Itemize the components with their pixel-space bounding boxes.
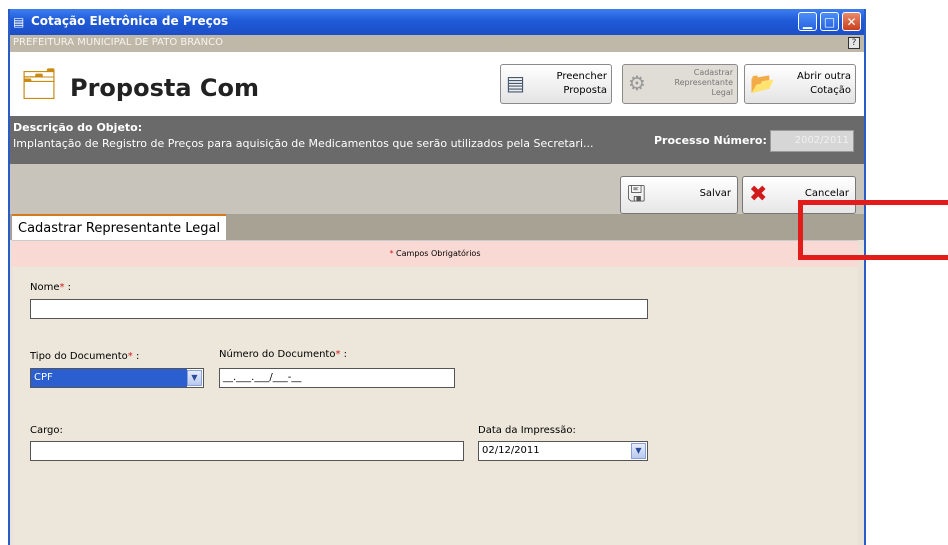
numero-documento-field[interactable]: __.___.___/___-__ — [219, 368, 455, 388]
cargo-field[interactable] — [30, 441, 464, 461]
tipo-documento-value: CPF — [31, 369, 187, 387]
page-title: Proposta Com — [70, 74, 259, 102]
required-mark: * — [389, 249, 394, 258]
cancel-label: Cancelar — [804, 188, 849, 199]
save-icon: 🖫 — [627, 182, 646, 207]
data-impressao-label: Data da Impressão: — [478, 425, 576, 436]
description-text: Implantação de Registro de Preços para a… — [13, 137, 594, 150]
data-impressao-value: 02/12/2011 — [482, 445, 540, 456]
data-impressao-select[interactable]: 02/12/2011 ▼ — [478, 441, 648, 461]
user-gear-icon: ⚙ — [628, 71, 646, 95]
chevron-down-icon[interactable]: ▼ — [631, 443, 646, 459]
tab-strip: Cadastrar Representante Legal — [10, 214, 864, 240]
cadastrar-representante-button[interactable]: ⚙ Cadastrar Representante Legal — [622, 64, 738, 104]
cadastrar-representante-label: Cadastrar Representante Legal — [674, 68, 733, 97]
minimize-button[interactable]: ▁ — [798, 12, 817, 31]
description-label: Descrição do Objeto: — [13, 121, 143, 134]
numero-documento-colon: : — [340, 349, 348, 360]
organization-name: PREFEITURA MUNICIPAL DE PATO BRANCO — [13, 37, 223, 48]
nome-label-text: Nome — [30, 282, 60, 293]
numero-documento-label-text: Número do Documento — [219, 349, 336, 360]
tipo-documento-select[interactable]: CPF ▼ — [30, 368, 204, 388]
tipo-documento-label: Tipo do Documento* : — [30, 351, 139, 362]
process-number-field: 2002/2011 — [770, 130, 854, 152]
nome-label: Nome* : — [30, 282, 71, 293]
close-button[interactable]: ✕ — [842, 12, 861, 31]
tipo-documento-colon: : — [132, 351, 140, 362]
tipo-documento-label-text: Tipo do Documento — [30, 351, 128, 362]
page-header: 🗂 Proposta Com ▤ Preencher Proposta ⚙ Ca… — [10, 52, 864, 116]
required-note-text: Campos Obrigatórios — [396, 249, 481, 258]
title-bar[interactable]: ▤ Cotação Eletrônica de Preços ▁ □ ✕ — [10, 9, 864, 35]
application-window: ▤ Cotação Eletrônica de Preços ▁ □ ✕ PRE… — [8, 9, 866, 545]
object-description-bar: Descrição do Objeto: Implantação de Regi… — [10, 116, 864, 164]
organization-bar: PREFEITURA MUNICIPAL DE PATO BRANCO ? — [10, 35, 864, 52]
numero-documento-label: Número do Documento* : — [219, 349, 347, 360]
action-bar: 🖫 Salvar ✖ Cancelar — [10, 164, 864, 214]
process-number-label: Processo Número: — [654, 134, 767, 147]
save-button[interactable]: 🖫 Salvar — [620, 176, 738, 214]
window-title: Cotação Eletrônica de Preços — [31, 14, 229, 28]
save-label: Salvar — [699, 188, 731, 199]
cancel-icon: ✖ — [749, 182, 768, 207]
app-icon: ▤ — [13, 15, 25, 29]
abrir-outra-cotacao-label: Abrir outra Cotação — [797, 71, 851, 96]
required-fields-note: * Campos Obrigatórios — [12, 241, 858, 267]
nome-colon: : — [64, 282, 72, 293]
form-panel: * Campos Obrigatórios Nome* : Tipo do Do… — [12, 240, 858, 545]
nome-field[interactable] — [30, 299, 648, 319]
preencher-proposta-button[interactable]: ▤ Preencher Proposta — [500, 64, 612, 104]
form-icon: ▤ — [506, 71, 525, 95]
folder-open-icon: 📂 — [750, 71, 775, 95]
preencher-proposta-label: Preencher Proposta — [556, 71, 608, 96]
cargo-label: Cargo: — [30, 425, 63, 436]
help-icon[interactable]: ? — [848, 37, 860, 49]
folder-document-icon: 🗂 — [20, 67, 59, 102]
abrir-outra-cotacao-button[interactable]: 📂 Abrir outra Cotação — [744, 64, 856, 104]
tab-cadastrar-representante[interactable]: Cadastrar Representante Legal — [12, 214, 227, 240]
chevron-down-icon[interactable]: ▼ — [187, 370, 202, 386]
highlight-rectangle — [798, 200, 948, 260]
maximize-button[interactable]: □ — [820, 12, 839, 31]
